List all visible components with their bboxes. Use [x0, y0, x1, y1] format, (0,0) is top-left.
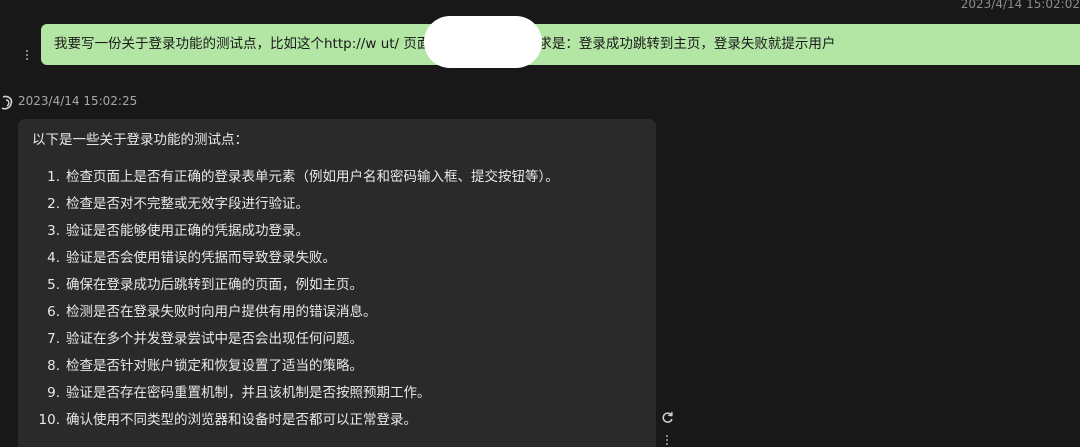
- list-item-text: 验证是否存在密码重置机制，并且该机制是否按照预期工作。: [66, 385, 431, 401]
- list-item-text: 检查页面上是否有正确的登录表单元素（例如用户名和密码输入框、提交按钮等）。: [66, 169, 559, 185]
- redaction-overlay: [424, 16, 542, 68]
- list-item: 8. 检查是否针对账户锁定和恢复设置了适当的策略。: [32, 353, 656, 380]
- bot-message-bubble: 以下是一些关于登录功能的测试点： 1. 检查页面上是否有正确的登录表单元素（例如用…: [18, 119, 656, 447]
- list-item-text: 检测是否在登录失败时向用户提供有用的错误消息。: [66, 304, 377, 320]
- list-item: 5. 确保在登录成功后跳转到正确的页面，例如主页。: [32, 272, 656, 299]
- refresh-icon[interactable]: [661, 409, 674, 423]
- user-message-timestamp: 2023/4/14 15:02:02: [960, 0, 1080, 11]
- list-item-text: 验证是否能够使用正确的凭据成功登录。: [66, 223, 309, 239]
- list-item-number: 6.: [47, 304, 60, 320]
- list-item-text: 检查是否针对账户锁定和恢复设置了适当的策略。: [66, 358, 363, 374]
- test-points-list: 1. 检查页面上是否有正确的登录表单元素（例如用户名和密码输入框、提交按钮等）。 …: [32, 164, 656, 434]
- bot-avatar-icon: [0, 95, 14, 111]
- list-item-number: 5.: [47, 277, 60, 293]
- user-message-bubble: 我要写一份关于登录功能的测试点，比如这个http://w ut/ 页面有个登录功…: [41, 24, 1080, 65]
- list-item: 10. 确认使用不同类型的浏览器和设备时是否都可以正常登录。: [32, 407, 656, 434]
- list-item: 7. 验证在多个并发登录尝试中是否会出现任何问题。: [32, 326, 656, 353]
- list-item: 6. 检测是否在登录失败时向用户提供有用的错误消息。: [32, 299, 656, 326]
- list-item-text: 确保在登录成功后跳转到正确的页面，例如主页。: [66, 277, 363, 293]
- list-item-text: 验证在多个并发登录尝试中是否会出现任何问题。: [66, 331, 363, 347]
- list-item: 2. 检查是否对不完整或无效字段进行验证。: [32, 191, 656, 218]
- list-item-number: 1.: [47, 169, 60, 185]
- chat-page: 2023/4/14 15:02:02 我要写一份关于登录功能的测试点，比如这个h…: [0, 0, 1080, 447]
- list-item: 9. 验证是否存在密码重置机制，并且该机制是否按照预期工作。: [32, 380, 656, 407]
- bot-message-intro: 以下是一些关于登录功能的测试点：: [32, 132, 248, 148]
- list-item-number: 3.: [47, 223, 60, 239]
- bot-message-timestamp: 2023/4/14 15:02:25: [18, 94, 138, 108]
- more-vertical-icon[interactable]: [24, 50, 30, 64]
- list-item-text: 确认使用不同类型的浏览器和设备时是否都可以正常登录。: [66, 412, 417, 428]
- list-item-text: 检查是否对不完整或无效字段进行验证。: [66, 196, 309, 212]
- list-item-number: 9.: [47, 385, 60, 401]
- more-vertical-icon[interactable]: [664, 435, 670, 447]
- list-item: 4. 验证是否会使用错误的凭据而导致登录失败。: [32, 245, 656, 272]
- list-item-number: 8.: [47, 358, 60, 374]
- list-item: 3. 验证是否能够使用正确的凭据成功登录。: [32, 218, 656, 245]
- list-item-number: 10.: [38, 412, 60, 428]
- list-item-number: 4.: [47, 250, 60, 266]
- list-item-number: 7.: [47, 331, 60, 347]
- list-item-number: 2.: [47, 196, 60, 212]
- list-item: 1. 检查页面上是否有正确的登录表单元素（例如用户名和密码输入框、提交按钮等）。: [32, 164, 656, 191]
- list-item-text: 验证是否会使用错误的凭据而导致登录失败。: [66, 250, 336, 266]
